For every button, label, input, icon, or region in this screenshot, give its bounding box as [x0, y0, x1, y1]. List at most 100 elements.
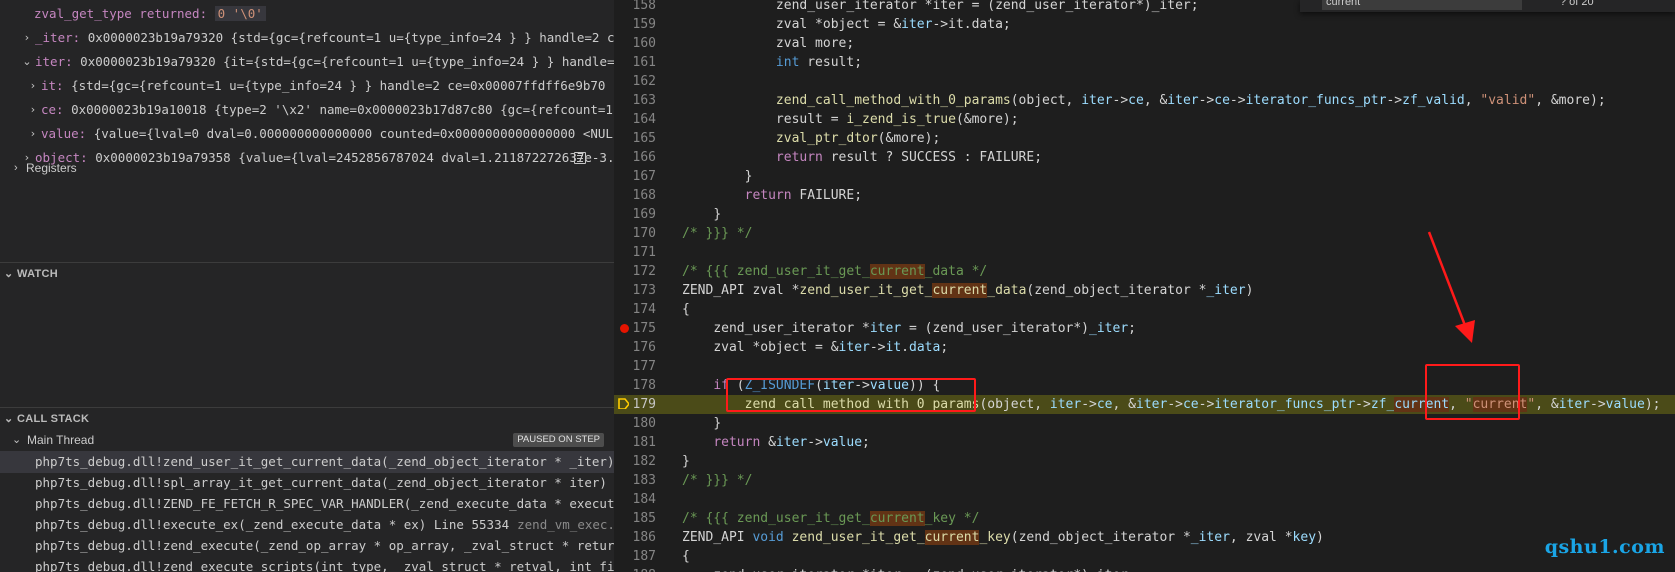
- code-text: return result ? SUCCESS : FAILURE;: [775, 150, 1043, 165]
- variable-value: {std={gc={refcount=1 u={type_info=24 } }…: [71, 78, 614, 93]
- code-line[interactable]: 174 {: [614, 300, 1675, 319]
- line-number: 163: [632, 93, 656, 108]
- code-line[interactable]: 176 zval *object = &iter->it.data;: [614, 338, 1675, 357]
- variable-row[interactable]: zval_get_type returned: 0 '\0': [0, 4, 614, 24]
- chevron-down-icon: ⌄: [4, 268, 14, 280]
- watch-section-header[interactable]: ⌄ WATCH: [0, 262, 614, 284]
- code-line[interactable]: 166 return result ? SUCCESS : FAILURE;: [614, 148, 1675, 167]
- code-text: }: [713, 416, 722, 431]
- code-line[interactable]: 162: [614, 72, 1675, 91]
- code-line[interactable]: 175 zend_user_iterator *iter = (zend_use…: [614, 319, 1675, 338]
- code-text: }: [744, 169, 753, 184]
- code-text: return FAILURE;: [744, 188, 863, 203]
- code-text: {: [682, 302, 690, 317]
- line-number: 159: [632, 17, 656, 32]
- code-line[interactable]: 165 zval_ptr_dtor(&more);: [614, 129, 1675, 148]
- variable-name: zval_get_type returned:: [34, 6, 208, 21]
- line-number: 166: [632, 150, 656, 165]
- variable-value: 0x0000023b19a79320 {std={gc={refcount=1 …: [87, 30, 614, 45]
- chevron-right-icon[interactable]: ›: [26, 76, 40, 96]
- variable-row[interactable]: › it: {std={gc={refcount=1 u={type_info=2…: [0, 76, 614, 96]
- stack-frame-label: php7ts_debug.dll!zend_execute(_zend_op_a…: [35, 538, 614, 553]
- line-number: 171: [632, 245, 656, 260]
- code-line[interactable]: 168 return FAILURE;: [614, 186, 1675, 205]
- paused-status-badge: PAUSED ON STEP: [513, 433, 604, 447]
- code-line[interactable]: 186 ZEND_API void zend_user_it_get_curren…: [614, 528, 1675, 547]
- code-line[interactable]: 187 {: [614, 547, 1675, 566]
- variable-text: _iter: 0x0000023b19a79320 {std={gc={refc…: [35, 28, 614, 48]
- code-line[interactable]: 183 /* }}} */: [614, 471, 1675, 490]
- code-editor[interactable]: 158 zend_user_iterator *iter = (zend_use…: [614, 0, 1675, 572]
- find-widget[interactable]: current ? of 20: [1300, 0, 1675, 12]
- line-number: 158: [632, 0, 656, 13]
- code-line[interactable]: 184: [614, 490, 1675, 509]
- code-line[interactable]: 173 ZEND_API zval *zend_user_it_get_curre…: [614, 281, 1675, 300]
- code-line[interactable]: 188 zend_user_iterator *iter = (zend_use…: [614, 566, 1675, 572]
- code-line[interactable]: 171: [614, 243, 1675, 262]
- stack-frame-source: zend_vm_exec...: [517, 517, 614, 532]
- code-text: zval *object = &iter->it.data;: [713, 340, 949, 355]
- find-match-count: ? of 20: [1560, 0, 1594, 8]
- code-line[interactable]: 170 /* }}} */: [614, 224, 1675, 243]
- code-line[interactable]: 172 /* {{{ zend_user_it_get_current_data …: [614, 262, 1675, 281]
- variable-text: it: {std={gc={refcount=1 u={type_info=24…: [41, 76, 614, 96]
- variable-row[interactable]: › _iter: 0x0000023b19a79320 {std={gc={ref…: [0, 28, 614, 48]
- code-line[interactable]: 160 zval more;: [614, 34, 1675, 53]
- main-thread-node[interactable]: ⌄ Main Thread PAUSED ON STEP: [0, 430, 614, 450]
- stack-frame[interactable]: php7ts_debug.dll!ZEND_FE_FETCH_R_SPEC_VA…: [0, 493, 614, 515]
- stack-frame[interactable]: php7ts_debug.dll!spl_array_it_get_curren…: [0, 472, 614, 494]
- chevron-down-icon: ⌄: [4, 413, 14, 425]
- chevron-right-icon[interactable]: ›: [26, 124, 40, 144]
- line-number: 177: [632, 359, 656, 374]
- stack-frame-label: php7ts_debug.dll!execute_ex(_zend_execut…: [35, 514, 614, 536]
- line-number: 183: [632, 473, 656, 488]
- stack-frame[interactable]: php7ts_debug.dll!zend_user_it_get_curren…: [0, 451, 614, 473]
- stack-frame[interactable]: php7ts_debug.dll!execute_ex(_zend_execut…: [0, 514, 614, 536]
- line-number: 181: [632, 435, 656, 450]
- variable-row[interactable]: › ce: 0x0000023b19a10018 {type=2 '\x2' na…: [0, 100, 614, 120]
- variable-row[interactable]: ⌄ iter: 0x0000023b19a79320 {it={std={gc={…: [0, 52, 614, 72]
- line-number: 161: [632, 55, 656, 70]
- stack-frame[interactable]: php7ts_debug.dll!zend_execute(_zend_op_a…: [0, 535, 614, 557]
- code-text: ZEND_API void zend_user_it_get_current_k…: [682, 530, 1324, 545]
- code-text: int result;: [775, 55, 863, 70]
- code-line[interactable]: 167 }: [614, 167, 1675, 186]
- code-text: zend_user_iterator *iter = (zend_user_it…: [713, 321, 1136, 336]
- chevron-down-icon[interactable]: ⌄: [20, 52, 34, 72]
- find-input[interactable]: current: [1322, 0, 1522, 10]
- variable-name: it:: [41, 78, 64, 93]
- code-text: zval *object = &iter->it.data;: [775, 17, 1011, 32]
- code-text: zend_call_method_with_0_params(object, i…: [775, 93, 1606, 108]
- variable-text: iter: 0x0000023b19a79320 {it={std={gc={r…: [35, 52, 614, 72]
- code-line[interactable]: 161 int result;: [614, 53, 1675, 72]
- chevron-right-icon[interactable]: ›: [26, 100, 40, 120]
- code-line[interactable]: 169 }: [614, 205, 1675, 224]
- code-line[interactable]: 164 result = i_zend_is_true(&more);: [614, 110, 1675, 129]
- watch-title: WATCH: [17, 268, 59, 280]
- line-number: 176: [632, 340, 656, 355]
- variable-value: {value={lval=0 dval=0.000000000000000 co…: [93, 126, 614, 141]
- code-text: ZEND_API zval *zend_user_it_get_current_…: [682, 283, 1254, 298]
- code-line[interactable]: 185 /* {{{ zend_user_it_get_current_key *…: [614, 509, 1675, 528]
- variable-name: _iter:: [35, 30, 81, 45]
- chevron-down-icon: ⌄: [12, 434, 22, 446]
- code-text: zend_user_iterator *iter = (zend_user_it…: [775, 0, 1199, 13]
- code-line[interactable]: 181 return &iter->value;: [614, 433, 1675, 452]
- line-number: 185: [632, 511, 656, 526]
- registers-node[interactable]: › Registers: [0, 158, 614, 178]
- code-line[interactable]: 163 zend_call_method_with_0_params(objec…: [614, 91, 1675, 110]
- variable-row[interactable]: › value: {value={lval=0 dval=0.0000000000…: [0, 124, 614, 144]
- chevron-right-icon[interactable]: ›: [20, 28, 34, 48]
- line-number: 173: [632, 283, 656, 298]
- line-number: 186: [632, 530, 656, 545]
- code-line[interactable]: 182}: [614, 452, 1675, 471]
- stack-frame[interactable]: php7ts_debug.dll!zend_execute_scripts(in…: [0, 556, 614, 572]
- code-text: result = i_zend_is_true(&more);: [775, 112, 1019, 127]
- call-stack-section-header[interactable]: ⌄ CALL STACK: [0, 407, 614, 429]
- annotation-box-function: [726, 378, 976, 412]
- code-text: /* {{{ zend_user_it_get_current_data */: [682, 264, 988, 279]
- code-line[interactable]: 159 zval *object = &iter->it.data;: [614, 15, 1675, 34]
- code-text: zval more;: [775, 36, 855, 51]
- line-number: 162: [632, 74, 656, 89]
- line-number: 175: [632, 321, 656, 336]
